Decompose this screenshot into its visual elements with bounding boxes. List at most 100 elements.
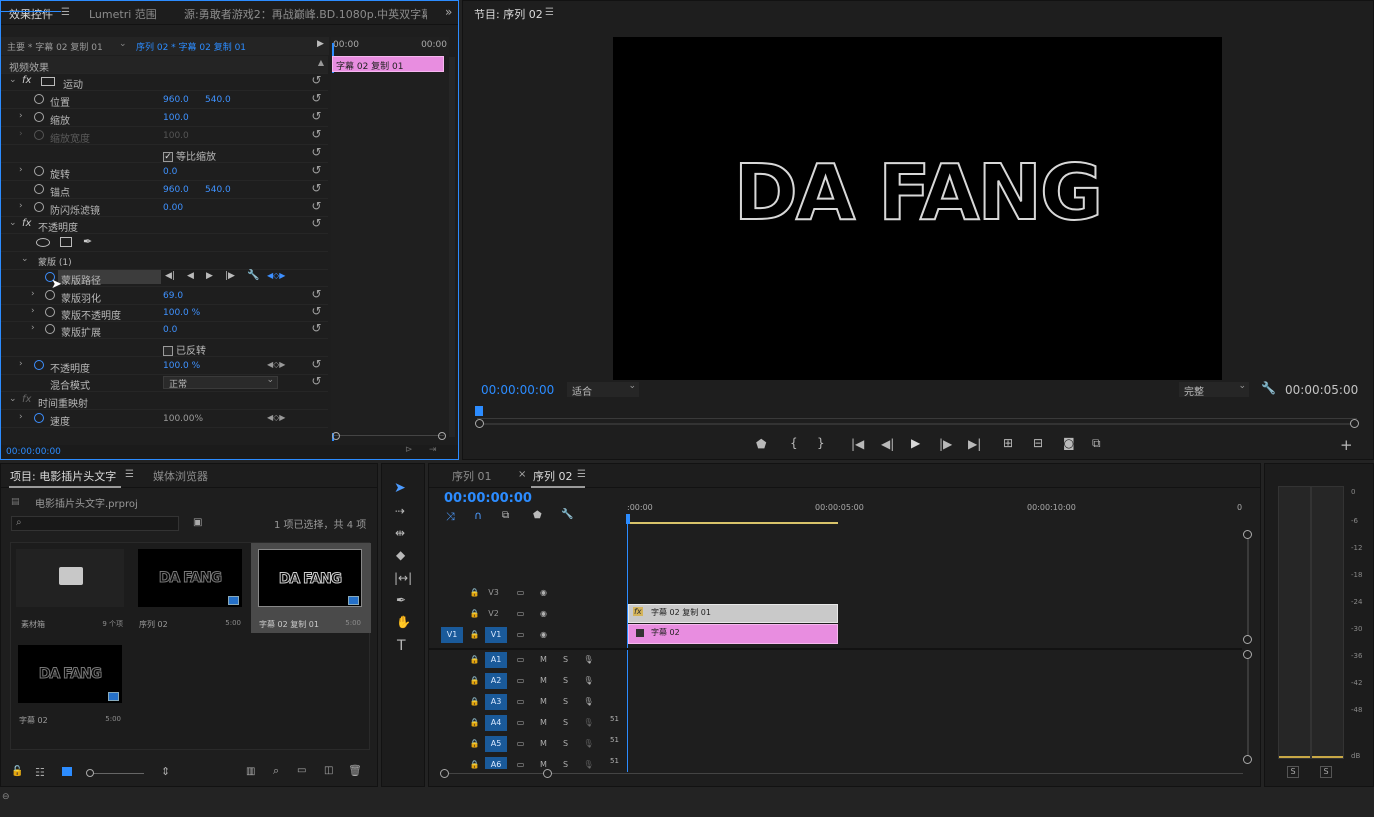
rotation-value[interactable]: 0.0 bbox=[163, 167, 177, 177]
tab-lumetri-scopes[interactable]: Lumetri 范围 bbox=[89, 6, 157, 22]
ripple-edit-tool-icon[interactable]: ⇹ bbox=[395, 526, 405, 540]
toggle-sync-icon[interactable]: ▭ bbox=[512, 627, 529, 643]
reset-icon[interactable]: ↺ bbox=[310, 200, 323, 213]
new-search-bin-icon[interactable]: ▣ bbox=[193, 517, 202, 528]
mask-expansion-value[interactable]: 0.0 bbox=[163, 325, 177, 335]
extract-icon[interactable]: ⊟ bbox=[1033, 436, 1043, 450]
mute-button[interactable]: M bbox=[535, 652, 552, 668]
selection-tool-icon[interactable]: ➤ bbox=[394, 480, 406, 496]
add-button-icon[interactable]: + bbox=[1340, 436, 1353, 454]
mask-expansion-row[interactable]: › 蒙版扩展 0.0 ↺ bbox=[1, 321, 328, 339]
timeline-audio-vscroll[interactable] bbox=[1243, 650, 1252, 764]
toggle-sync-icon[interactable]: ▭ bbox=[512, 606, 529, 622]
zoom-handle-left[interactable] bbox=[440, 769, 449, 778]
reset-icon[interactable]: ↺ bbox=[310, 182, 323, 195]
toggle-sync-icon[interactable]: ▭ bbox=[512, 652, 529, 668]
toggle-sync-icon[interactable]: ▭ bbox=[512, 736, 529, 752]
microphone-icon[interactable]: 🎙 bbox=[580, 736, 597, 752]
lock-icon[interactable]: 🔓 bbox=[11, 766, 23, 777]
quality-select[interactable]: 完整 ⌄ bbox=[1179, 381, 1249, 398]
zoom-handle-right[interactable] bbox=[438, 432, 446, 440]
track-next-icon[interactable]: ▶ bbox=[206, 271, 213, 281]
reset-icon[interactable]: ↺ bbox=[310, 375, 323, 388]
fx-icon[interactable]: fx bbox=[22, 75, 31, 86]
tab-sequence-01[interactable]: 序列 01 bbox=[452, 468, 492, 484]
mask-opacity-row[interactable]: › 蒙版不透明度 100.0 % ↺ bbox=[1, 304, 328, 322]
chevron-right-icon[interactable]: › bbox=[31, 323, 35, 333]
keyframe-nav-icon[interactable]: ◀◇▶ bbox=[267, 413, 285, 422]
microphone-icon[interactable]: 🎙 bbox=[580, 673, 597, 689]
eye-icon[interactable]: ◉ bbox=[535, 627, 552, 643]
reset-icon[interactable]: ↺ bbox=[310, 146, 323, 159]
program-title[interactable]: 节目: 序列 02 bbox=[474, 6, 543, 22]
reset-icon[interactable]: ↺ bbox=[310, 164, 323, 177]
ec-clip-bar[interactable]: 字幕 02 复制 01 bbox=[332, 56, 444, 72]
insert-sequence-icon[interactable]: ⧉ bbox=[502, 510, 509, 521]
timeline-settings-icon[interactable]: 🔧 bbox=[561, 509, 573, 520]
add-marker-icon[interactable]: ⬟ bbox=[756, 437, 766, 451]
track-label[interactable]: V2 bbox=[485, 606, 502, 622]
track-label[interactable]: A5 bbox=[485, 736, 507, 752]
toggle-sync-icon[interactable]: ▭ bbox=[512, 757, 529, 769]
scale-value[interactable]: 100.0 bbox=[163, 113, 189, 123]
razor-tool-icon[interactable]: ◆ bbox=[396, 548, 405, 562]
clip-title[interactable]: 字幕 02 bbox=[628, 624, 838, 644]
opacity-row[interactable]: › 不透明度 100.0 % ◀◇▶ ↺ bbox=[1, 357, 328, 375]
solo-left-button[interactable]: S bbox=[1287, 766, 1299, 778]
microphone-icon[interactable]: 🎙 bbox=[580, 757, 597, 769]
chevron-down-icon[interactable]: ⌄ bbox=[9, 394, 17, 404]
project-item-bin[interactable]: 素材箱 9 个项 bbox=[11, 543, 124, 629]
status-icon[interactable]: ⊖ bbox=[2, 792, 10, 802]
add-marker-icon[interactable]: ⬟ bbox=[533, 510, 542, 521]
filter-icon[interactable]: ⊳ bbox=[405, 445, 413, 455]
checkbox-empty-icon[interactable] bbox=[163, 346, 173, 356]
mask-feather-row[interactable]: › 蒙版羽化 69.0 ↺ bbox=[1, 287, 328, 305]
toggle-sync-icon[interactable]: ▭ bbox=[512, 715, 529, 731]
chevron-down-icon[interactable]: ⌄ bbox=[9, 75, 17, 85]
microphone-icon[interactable]: 🎙 bbox=[580, 715, 597, 731]
work-area-bar[interactable] bbox=[628, 522, 838, 524]
toggle-sync-icon[interactable]: ▭ bbox=[512, 673, 529, 689]
chevron-down-icon[interactable]: ⌄ bbox=[21, 254, 29, 264]
rotation-row[interactable]: › 旋转 0.0 ↺ bbox=[1, 163, 328, 181]
lock-icon[interactable]: 🔒 bbox=[466, 606, 483, 622]
stopwatch-icon[interactable] bbox=[34, 166, 44, 176]
anchor-row[interactable]: 锚点 960.0 540.0 ↺ bbox=[1, 181, 328, 199]
solo-button[interactable]: S bbox=[557, 757, 574, 769]
mute-button[interactable]: M bbox=[535, 757, 552, 769]
tab-project[interactable]: 项目: 电影插片头文字 bbox=[10, 468, 116, 484]
stopwatch-icon[interactable] bbox=[45, 290, 55, 300]
uniform-scale-checkbox[interactable]: ✓ 等比缩放 bbox=[163, 148, 216, 163]
fit-select[interactable]: 适合 ⌄ bbox=[567, 381, 639, 398]
snap-icon[interactable]: ⤨ bbox=[446, 510, 455, 524]
pen-tool-icon[interactable]: ✒ bbox=[396, 593, 406, 607]
ec-timecode[interactable]: 00:00:00:00 bbox=[6, 447, 61, 457]
tab-media-browser[interactable]: 媒体浏览器 bbox=[153, 468, 208, 484]
program-playhead[interactable] bbox=[475, 406, 483, 416]
track-previous-icon[interactable]: ◀ bbox=[187, 271, 194, 281]
hand-tool-icon[interactable]: ✋ bbox=[396, 615, 411, 629]
automate-icon[interactable]: ▥ bbox=[246, 766, 255, 777]
mark-out-icon[interactable]: } bbox=[817, 436, 825, 450]
stopwatch-icon[interactable] bbox=[34, 112, 44, 122]
tab-sequence-02[interactable]: 序列 02 bbox=[533, 468, 573, 484]
chevron-right-icon[interactable]: › bbox=[19, 359, 23, 369]
solo-button[interactable]: S bbox=[557, 715, 574, 731]
reset-icon[interactable]: ↺ bbox=[310, 217, 323, 230]
fx-icon[interactable]: fx bbox=[22, 218, 31, 229]
stopwatch-icon[interactable] bbox=[45, 324, 55, 334]
mute-button[interactable]: M bbox=[535, 736, 552, 752]
lock-icon[interactable]: 🔒 bbox=[466, 694, 483, 710]
lock-icon[interactable]: 🔒 bbox=[466, 757, 483, 769]
panel-menu-icon[interactable]: ☰ bbox=[125, 469, 134, 480]
ec-zoom-scrollbar[interactable] bbox=[332, 432, 446, 441]
keyframe-nav-icon[interactable]: ◀◇▶ bbox=[267, 360, 285, 369]
reset-icon[interactable]: ↺ bbox=[310, 92, 323, 105]
solo-button[interactable]: S bbox=[557, 673, 574, 689]
position-x[interactable]: 960.0 bbox=[163, 95, 189, 105]
tab-source[interactable]: 源:勇敢者游戏2：再战巅峰.BD.1080p.中英双字幕.n bbox=[184, 6, 427, 22]
mute-button[interactable]: M bbox=[535, 694, 552, 710]
close-icon[interactable]: × bbox=[518, 469, 526, 480]
stopwatch-icon[interactable] bbox=[34, 94, 44, 104]
chevron-right-icon[interactable]: › bbox=[19, 165, 23, 175]
